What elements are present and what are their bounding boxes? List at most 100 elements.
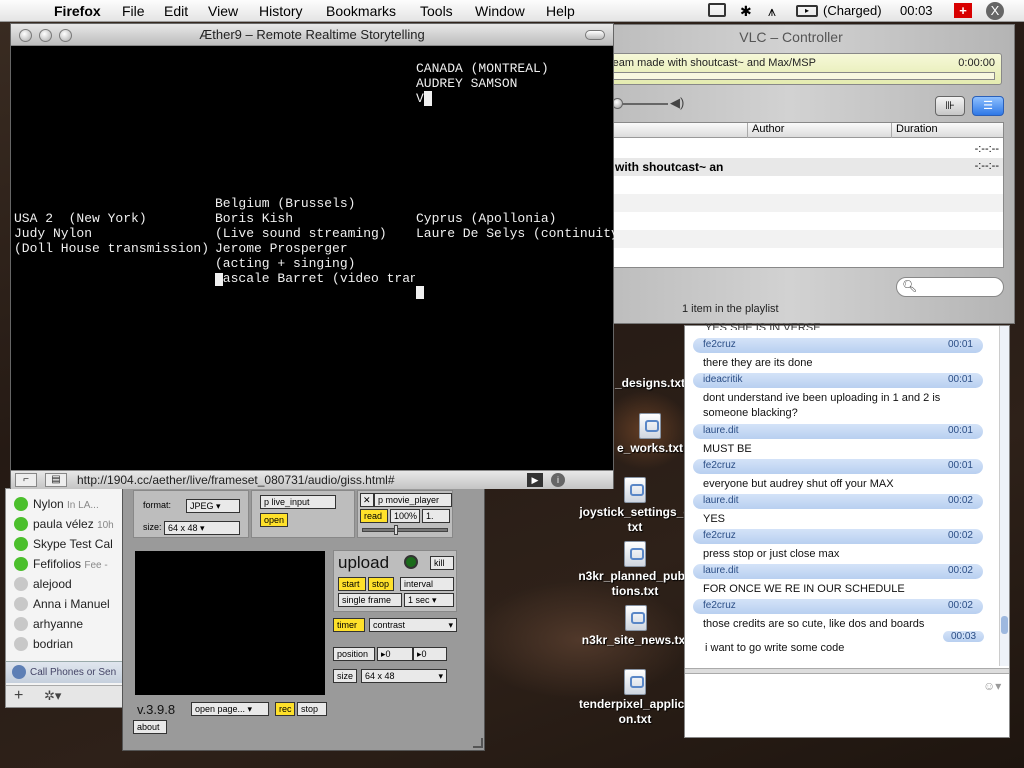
menu-window[interactable]: Window	[475, 3, 525, 19]
kill-button[interactable]: kill	[430, 556, 454, 570]
timer-button[interactable]: timer	[333, 618, 365, 632]
chat-time: 00:02	[947, 600, 973, 611]
aether-titlebar: Æther9 – Remote Realtime Storytelling	[11, 24, 613, 46]
bluetooth-icon[interactable]: ✱	[740, 3, 752, 20]
p-movie-player-object[interactable]: p movie_player	[374, 493, 452, 507]
rec-button[interactable]: rec	[275, 702, 295, 716]
position-y-number[interactable]: ▸0	[413, 647, 447, 661]
battery-icon[interactable]: ▸	[796, 5, 818, 17]
close-window-icon[interactable]	[19, 29, 32, 42]
airport-icon[interactable]: ⩚	[768, 3, 776, 20]
contact-row[interactable]: bodrian	[14, 636, 73, 655]
percent-number[interactable]: 100%	[390, 509, 420, 523]
start-button[interactable]: start	[338, 577, 366, 591]
clock[interactable]: 00:03	[900, 3, 933, 18]
emoticon-icon[interactable]: ☺▾	[983, 679, 1001, 693]
interval-select[interactable]: 1 sec ▾	[404, 593, 454, 607]
gear-icon[interactable]: ✲▾	[44, 688, 61, 704]
menu-tools[interactable]: Tools	[420, 3, 453, 19]
slider-thumb[interactable]	[394, 525, 398, 535]
size-select[interactable]: 64 x 48 ▾	[164, 521, 240, 535]
table-row[interactable]: -:--:--	[607, 141, 1003, 158]
chat-time: 00:01	[947, 374, 973, 385]
contact-row[interactable]: paula vélez 10h	[14, 516, 114, 535]
user-icon[interactable]: X	[986, 2, 1004, 20]
chat-user: laure.dit	[703, 495, 739, 506]
seek-bar[interactable]	[609, 72, 995, 80]
contact-row[interactable]: Fefifolios Fee -	[14, 556, 108, 575]
contrast-select[interactable]: contrast ▾	[369, 618, 457, 632]
terminal-text: Cyprus (Apollonia)	[416, 211, 557, 226]
playback-slider[interactable]	[362, 528, 448, 532]
menu-view[interactable]: View	[208, 3, 238, 19]
battery-status: (Charged)	[823, 3, 882, 18]
search-input[interactable]: 🔍︎	[896, 277, 1004, 297]
document-icon	[624, 541, 646, 567]
contact-row[interactable]: Skype Test Cal	[14, 536, 113, 555]
author-column-header[interactable]: Author	[747, 123, 784, 138]
chat-message: fe2cruz 00:01 there they are its done	[693, 338, 983, 375]
terminal-text: Boris Kish	[215, 211, 294, 226]
splitter[interactable]	[685, 668, 1009, 674]
size2-select[interactable]: 64 x 48 ▾	[361, 669, 447, 683]
contact-row[interactable]: arhyanne	[14, 616, 84, 635]
contact-row[interactable]: Anna i Manuel	[14, 596, 110, 615]
desktop-file-icon[interactable]: n3kr_site_news.txt	[568, 605, 703, 648]
playlist-icon[interactable]: ☰	[972, 96, 1004, 116]
open-page-select[interactable]: open page... ▾	[191, 702, 269, 716]
contact-row[interactable]: Nylon In LA...	[14, 496, 99, 515]
close-icon[interactable]: ✕	[360, 493, 374, 507]
menu-bookmarks[interactable]: Bookmarks	[326, 3, 396, 19]
open-button[interactable]: open	[260, 513, 288, 527]
open-page-value: open page...	[195, 704, 246, 714]
chat-input[interactable]	[685, 676, 995, 736]
scrollbar-thumb[interactable]	[1001, 616, 1008, 634]
duration-column-header[interactable]: Duration	[891, 123, 938, 138]
about-button[interactable]: about	[133, 720, 167, 734]
zoom-window-icon[interactable]	[59, 29, 72, 42]
call-phones-button[interactable]: Call Phones or Sen	[6, 661, 124, 683]
speaker-icon[interactable]: ◀)	[670, 95, 684, 111]
contact-name: arhyanne	[33, 617, 84, 631]
p-live-input-object[interactable]: p live_input	[260, 495, 336, 509]
rate-number[interactable]: 1.	[422, 509, 450, 523]
position-x-number[interactable]: ▸0	[377, 647, 413, 661]
chat-header: laure.dit 00:02	[693, 564, 983, 579]
chat-scrollbar[interactable]	[999, 326, 1009, 666]
display-icon[interactable]	[708, 3, 726, 17]
toolbar-toggle-icon[interactable]	[585, 30, 605, 40]
chat-text: those credits are so cute, like dos and …	[703, 618, 925, 630]
format-select[interactable]: JPEG ▾	[186, 499, 240, 513]
statusbar-console-icon[interactable]: ▤	[45, 473, 67, 487]
statusbar-tool-icon[interactable]: ⌐	[15, 473, 37, 487]
resize-grip-icon[interactable]	[473, 738, 483, 748]
equalizer-icon[interactable]: ⊪	[935, 96, 965, 116]
single-frame-button[interactable]: single frame	[338, 593, 402, 607]
play-icon[interactable]: ▶	[527, 473, 543, 487]
stop-rec-button[interactable]: stop	[297, 702, 327, 716]
read-button[interactable]: read	[360, 509, 388, 523]
contact-row[interactable]: alejood	[14, 576, 72, 595]
terminal-cursor	[416, 286, 424, 299]
info-icon[interactable]: i	[551, 473, 565, 487]
chat-user: laure.dit	[703, 425, 739, 436]
playlist-table: Author Duration -:--:-- with shoutcast~ …	[606, 122, 1004, 268]
table-row[interactable]: with shoutcast~ an -:--:--	[607, 158, 1003, 176]
add-icon[interactable]: +	[14, 687, 23, 705]
terminal-text: Pascale Barret (video trans	[215, 271, 415, 286]
flag-icon[interactable]: +	[954, 3, 972, 18]
minimize-window-icon[interactable]	[39, 29, 52, 42]
file-label: joystick_settings_o txt	[579, 505, 691, 534]
menu-edit[interactable]: Edit	[164, 3, 188, 19]
menu-history[interactable]: History	[259, 3, 303, 19]
live-input-panel: p live_input open	[251, 490, 355, 538]
menu-help[interactable]: Help	[546, 3, 575, 19]
terminal-text: CANADA (MONTREAL)	[416, 61, 549, 76]
search-icon: 🔍︎	[902, 279, 918, 293]
menu-file[interactable]: File	[122, 3, 145, 19]
contact-name: Nylon	[33, 497, 64, 511]
online-icon	[14, 536, 28, 551]
stop-button[interactable]: stop	[368, 577, 394, 591]
online-icon	[14, 516, 28, 531]
app-menu[interactable]: Firefox	[54, 3, 101, 19]
